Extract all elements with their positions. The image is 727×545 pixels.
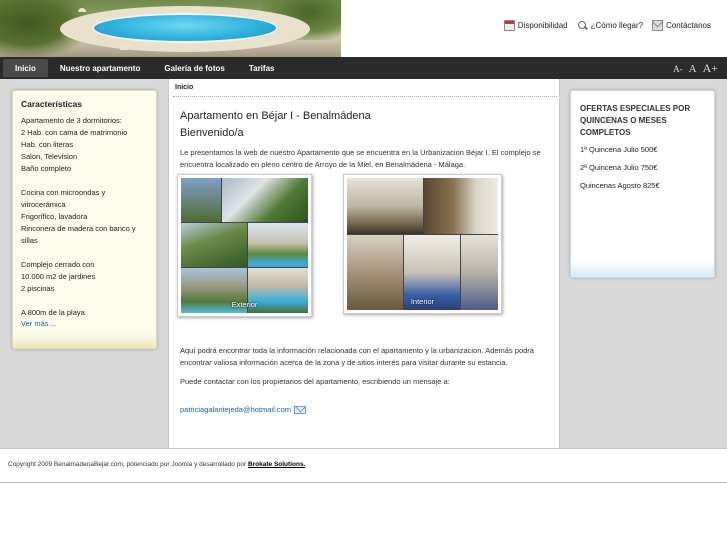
calendar-icon xyxy=(503,20,515,31)
page-subtitle: Bienvenido/a xyxy=(180,127,244,139)
feature-line: vitrocerámica xyxy=(21,200,66,209)
footer-text: Copyright 2009 BenalmadenaBejar.com, pot… xyxy=(8,461,306,468)
feature-line: Frigorífico, lavadora xyxy=(21,212,88,221)
nav-item-nuestro-apartamento[interactable]: Nuestro apartamento xyxy=(48,57,152,79)
top-nav: Disponibilidad ¿Cómo llegar? Contáctanos xyxy=(503,20,711,31)
email-link[interactable]: patriciagalantejeda@hotmail.com xyxy=(180,405,291,414)
feature-line: Apartamento de 3 dormitorios: xyxy=(21,116,122,125)
mail-icon[interactable] xyxy=(294,405,307,414)
interior-caption: Interior xyxy=(410,297,435,306)
availability-link[interactable]: Disponibilidad xyxy=(503,20,568,31)
feature-line: 2 Hab. con cama de matrimonio xyxy=(21,128,128,137)
nav-item-inicio[interactable]: Inicio xyxy=(3,59,48,77)
see-more-link[interactable]: Ver más ... xyxy=(21,319,57,328)
offers-title: OFERTAS ESPECIALES POR QUINCENAS O MESES… xyxy=(580,104,691,137)
offer-item: Quincenas Agosto 825€ xyxy=(580,181,660,190)
feature-line: A 800m de la playa xyxy=(21,308,85,317)
developer-link[interactable]: Brokate Solutions. xyxy=(248,461,305,468)
font-size-controls: A- A A+ xyxy=(673,61,718,76)
feature-line: Rinconera de madera con banco y xyxy=(21,224,136,233)
feature-line: Salon, Television xyxy=(21,152,78,161)
contact-paragraph: Puede contactar con los propietarios del… xyxy=(180,377,450,386)
feature-line: Complejo cerrado con xyxy=(21,260,95,269)
footer: Copyright 2009 BenalmadenaBejar.com, pot… xyxy=(0,448,727,482)
features-title: Características xyxy=(21,99,82,109)
exterior-photo[interactable]: Exterior xyxy=(177,174,312,317)
email-row: patriciagalantejeda@hotmail.com xyxy=(180,405,307,414)
contact-link[interactable]: Contáctanos xyxy=(652,20,711,31)
font-reset-button[interactable]: A xyxy=(689,63,697,75)
font-increase-button[interactable]: A+ xyxy=(703,61,718,76)
feature-line: Hab. con literas xyxy=(21,140,74,149)
offer-item: 1ª Quincena Julio 500€ xyxy=(580,145,658,154)
breadcrumb[interactable]: Inicio xyxy=(175,84,193,91)
main-nav: Inicio Nuestro apartamento Galería de fo… xyxy=(0,57,727,79)
main-content: Inicio Apartamento en Béjar I - Benalmád… xyxy=(168,79,560,448)
header-banner-image xyxy=(0,0,341,57)
envelope-icon xyxy=(652,20,664,31)
features-panel: Características Apartamento de 3 dormito… xyxy=(12,90,157,349)
feature-line: 10.000 m2 de jardines xyxy=(21,272,96,281)
header: Disponibilidad ¿Cómo llegar? Contáctanos xyxy=(0,0,727,57)
feature-line: 2 piscinas xyxy=(21,284,55,293)
directions-link[interactable]: ¿Cómo llegar? xyxy=(577,20,643,31)
feature-line: sillas xyxy=(21,236,38,245)
info-paragraph: Aquí podrá encontrar toda la información… xyxy=(180,346,534,367)
nav-item-galeria-de-fotos[interactable]: Galería de fotos xyxy=(152,57,236,79)
special-offers-panel: OFERTAS ESPECIALES POR QUINCENAS O MESES… xyxy=(570,90,715,278)
exterior-caption: Exterior xyxy=(231,300,258,309)
interior-photo[interactable]: Interior xyxy=(343,174,502,314)
nav-item-tarifas[interactable]: Tarifas xyxy=(237,57,287,79)
intro-text: Le presentamos la web de nuestro Apartam… xyxy=(180,148,541,169)
page-title: Apartamento en Béjar I - Benalmádena xyxy=(180,110,371,122)
magnifier-icon xyxy=(577,20,588,31)
feature-line: Cocina con microondas y xyxy=(21,188,106,197)
body-text: Aquí podrá encontrar toda la información… xyxy=(180,345,552,395)
feature-line: Baño completo xyxy=(21,164,72,173)
offer-item: 2ª Quincena Julio 750€ xyxy=(580,163,658,172)
font-decrease-button[interactable]: A- xyxy=(673,64,683,74)
